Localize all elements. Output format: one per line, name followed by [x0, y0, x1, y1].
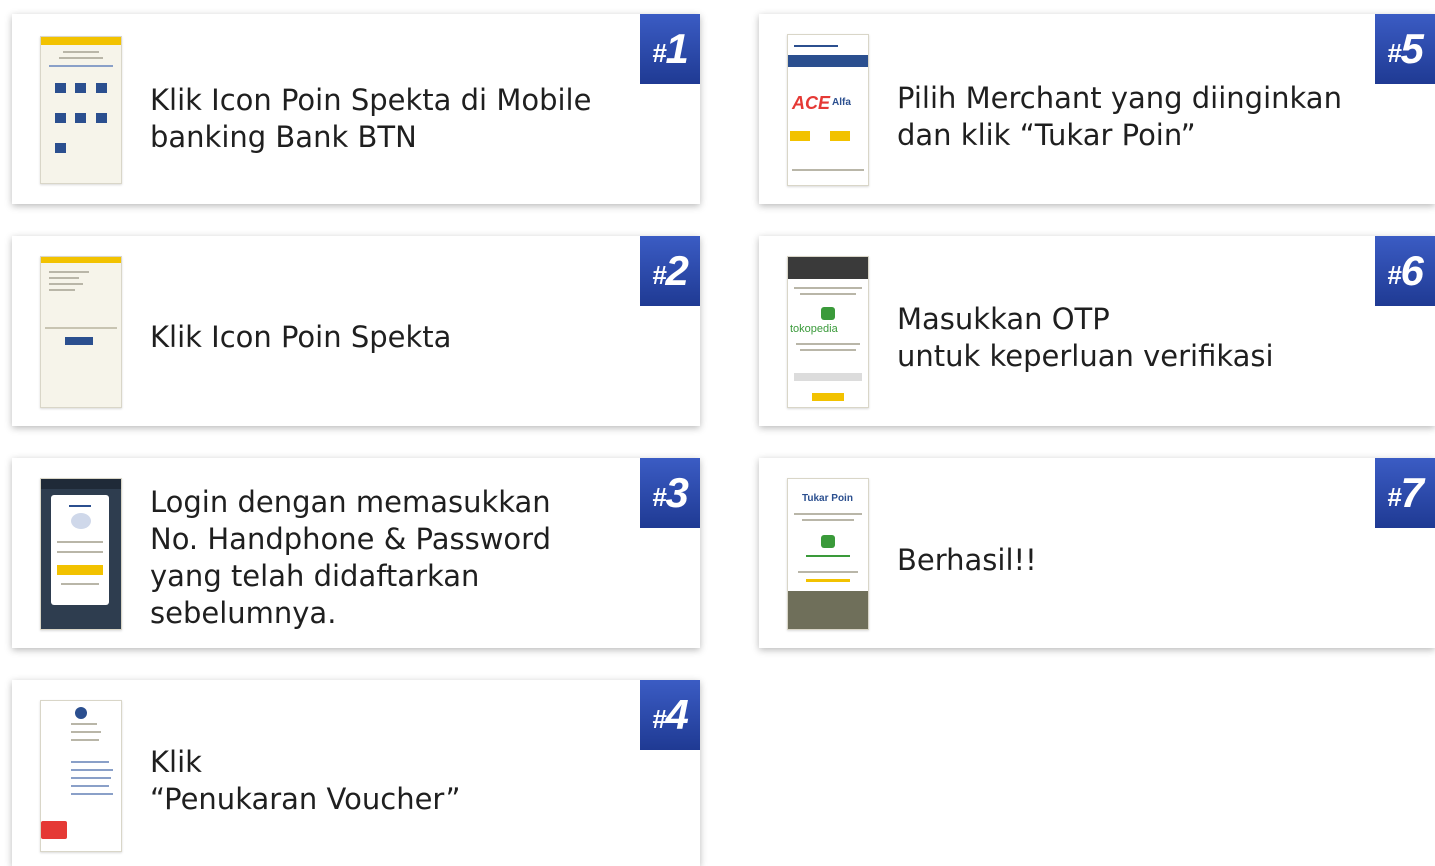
merchant-list-screenshot-icon: ACE Alfa: [787, 34, 869, 186]
merchant-logo-ace: ACE: [792, 93, 831, 113]
step-caption: Berhasil!!: [897, 543, 1037, 577]
step-card-4: Klik “Penukaran Voucher” #4: [12, 680, 700, 866]
step-caption: Klik “Penukaran Voucher”: [150, 745, 461, 816]
login-screenshot-icon: [40, 478, 122, 630]
step-number-badge: #7: [1375, 458, 1435, 528]
step-number-badge: #4: [640, 680, 700, 750]
merchant-logo-alfa: Alfa: [832, 97, 851, 108]
step-card-6: tokopedia Masukkan OTP untuk keperluan v…: [759, 236, 1435, 426]
step-card-7: Tukar Poin Berhasil!! #7: [759, 458, 1435, 648]
step-number-badge: #1: [640, 14, 700, 84]
success-screenshot-icon: Tukar Poin: [787, 478, 869, 630]
step-number-badge: #5: [1375, 14, 1435, 84]
step-card-3: Login dengan memasukkan No. Handphone & …: [12, 458, 700, 648]
otp-screenshot-icon: tokopedia: [787, 256, 869, 408]
merchant-logo-tokopedia: tokopedia: [790, 323, 838, 335]
step-card-5: ACE Alfa Pilih Merchant yang diinginkan …: [759, 14, 1435, 204]
step-number-badge: #2: [640, 236, 700, 306]
poin-spekta-screenshot-icon: [40, 256, 122, 408]
step-card-1: Klik Icon Poin Spekta di Mobile banking …: [12, 14, 700, 204]
step-card-2: Klik Icon Poin Spekta #2: [12, 236, 700, 426]
step-caption: Masukkan OTP untuk keperluan verifikasi: [897, 302, 1274, 373]
mobile-banking-screenshot-icon: [40, 36, 122, 184]
menu-screenshot-icon: [40, 700, 122, 852]
step-number-badge: #6: [1375, 236, 1435, 306]
step-caption: Login dengan memasukkan No. Handphone & …: [150, 485, 551, 630]
step-number-badge: #3: [640, 458, 700, 528]
step-caption: Pilih Merchant yang diinginkan dan klik …: [897, 81, 1342, 152]
step-caption: Klik Icon Poin Spekta: [150, 320, 452, 354]
tukar-poin-title: Tukar Poin: [802, 493, 853, 504]
step-caption: Klik Icon Poin Spekta di Mobile banking …: [150, 83, 592, 154]
